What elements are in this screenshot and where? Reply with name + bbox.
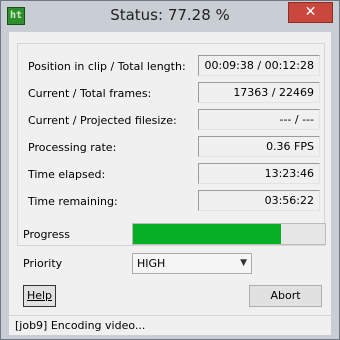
priority-label: Priority	[23, 257, 63, 270]
progress-fill	[133, 224, 282, 244]
progress-label: Progress	[23, 228, 70, 241]
stat-value-rate: 0.36 FPS	[198, 136, 320, 157]
stat-label-position: Position in clip / Total length:	[28, 60, 186, 73]
help-button[interactable]: Help	[23, 285, 56, 307]
chevron-down-icon: ▼	[240, 258, 247, 268]
stat-value-position: 00:09:38 / 00:12:28	[198, 55, 320, 76]
stat-value-filesize: --- / ---	[198, 109, 320, 130]
stat-label-filesize: Current / Projected filesize:	[28, 114, 177, 127]
abort-button[interactable]: Abort	[249, 285, 322, 307]
title-bar[interactable]: ht Status: 77.28 % ✕	[1, 1, 339, 32]
abort-button-label: Abort	[270, 289, 301, 302]
priority-select[interactable]: HIGH ▼	[132, 253, 252, 274]
stat-label-frames: Current / Total frames:	[28, 87, 152, 100]
close-icon: ✕	[304, 4, 317, 20]
stat-value-frames: 17363 / 22469	[198, 82, 320, 103]
status-bar-text: [job9] Encoding video...	[15, 319, 146, 332]
status-window: ht Status: 77.28 % ✕ Position in clip / …	[0, 0, 340, 340]
stat-label-elapsed: Time elapsed:	[28, 168, 106, 181]
priority-selected-value: HIGH	[137, 257, 166, 270]
progress-bar	[132, 223, 326, 245]
stat-label-rate: Processing rate:	[28, 141, 117, 154]
status-bar: [job9] Encoding video...	[9, 315, 331, 335]
stats-group: Position in clip / Total length: 00:09:3…	[17, 43, 325, 246]
stat-label-remaining: Time remaining:	[28, 195, 118, 208]
stat-value-elapsed: 13:23:46	[198, 163, 320, 184]
close-button[interactable]: ✕	[288, 2, 333, 23]
stat-value-remaining: 03:56:22	[198, 190, 320, 211]
help-button-label: Help	[26, 289, 53, 302]
dialog-body: Position in clip / Total length: 00:09:3…	[9, 32, 331, 335]
